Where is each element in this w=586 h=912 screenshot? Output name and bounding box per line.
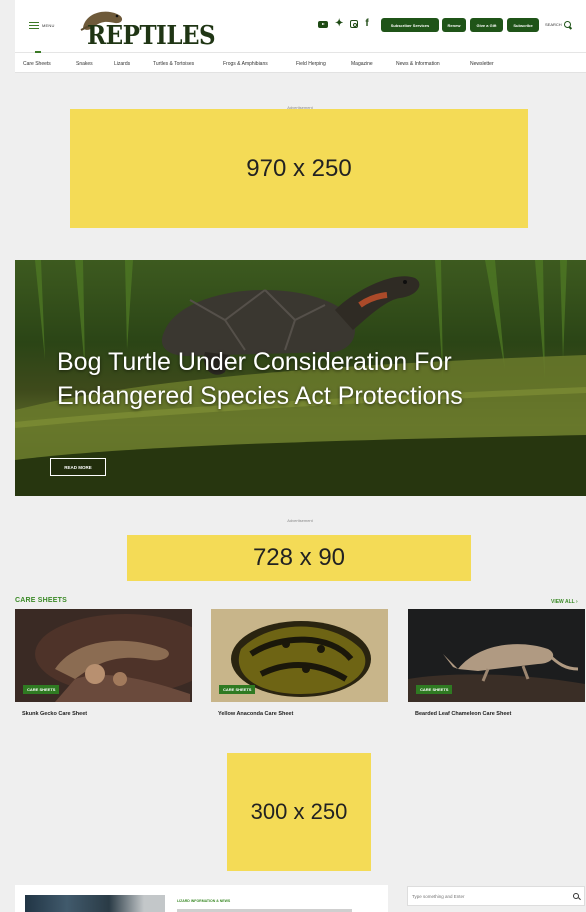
card-image: CARE SHEETS (15, 609, 192, 702)
menu-button[interactable]: MENU (29, 22, 55, 29)
card-image: CARE SHEETS (211, 609, 388, 702)
hamburger-icon (29, 22, 39, 29)
search-icon (563, 21, 571, 28)
search-label: SEARCH (545, 22, 562, 27)
nav-item-frogs-amphibians[interactable]: Frogs & Amphibians (223, 61, 268, 67)
nav-item-lizards[interactable]: Lizards (114, 61, 130, 67)
article-category[interactable]: LIZARD INFORMATION & NEWS (177, 899, 230, 903)
site-header: MENU REPTILES ✦ f Subscriber Services Re… (15, 0, 586, 52)
card-badge: CARE SHEETS (23, 685, 60, 694)
section-title: CARE SHEETS (15, 597, 67, 604)
nav-item-care-sheets[interactable]: Care Sheets (23, 61, 51, 67)
nav-item-newsletter[interactable]: Newsletter (470, 61, 494, 67)
ad-size-label: 728 x 90 (252, 544, 346, 571)
youtube-icon[interactable] (318, 20, 328, 28)
card-image: CARE SHEETS (408, 609, 585, 702)
social-links: ✦ f (318, 19, 369, 29)
card-title[interactable]: Skunk Gecko Care Sheet (22, 711, 192, 717)
article-thumbnail (25, 895, 165, 912)
logo-text: REPTILES (87, 19, 216, 52)
ad-size-label: 300 x 250 (250, 799, 348, 824)
hero-title-line-1: Bog Turtle Under Consideration For (57, 348, 452, 376)
article-card[interactable]: LIZARD INFORMATION & NEWS (15, 885, 388, 912)
care-sheet-card[interactable]: CARE SHEETS Yellow Anaconda Care Sheet (211, 609, 388, 717)
ad-box-side[interactable]: 300 x 250 (227, 753, 371, 871)
care-sheet-card[interactable]: CARE SHEETS Skunk Gecko Care Sheet (15, 609, 192, 717)
nav-item-field-herping[interactable]: Field Herping (296, 61, 326, 67)
advertisement-label: Advertisement (287, 518, 313, 523)
hero-title-line-2: Endangered Species Act Protections (57, 382, 463, 410)
ad-size-label: 970 x 250 (246, 154, 352, 182)
subscribe-button[interactable]: Subscribe (507, 18, 539, 32)
main-nav: Care Sheets Snakes Lizards Turtles & Tor… (15, 51, 586, 73)
ad-banner-mid[interactable]: 728 x 90 (127, 535, 471, 581)
renew-button[interactable]: Renew (442, 18, 466, 32)
search-input[interactable] (412, 891, 562, 902)
give-a-gift-button[interactable]: Give a Gift (470, 18, 503, 32)
read-more-button[interactable]: READ MORE (50, 458, 106, 476)
hero-banner[interactable]: Bog Turtle Under Consideration For Endan… (15, 260, 586, 496)
menu-label: MENU (42, 23, 55, 28)
hero-title[interactable]: Bog Turtle Under Consideration For Endan… (57, 345, 557, 413)
subscriber-services-button[interactable]: Subscriber Services (381, 18, 439, 32)
care-sheet-card[interactable]: CARE SHEETS Bearded Leaf Chameleon Care … (408, 609, 585, 717)
facebook-icon[interactable]: f (365, 19, 368, 29)
view-all-link[interactable]: VIEW ALL › (551, 599, 578, 605)
site-logo[interactable]: REPTILES (73, 6, 216, 51)
nav-item-turtles-tortoises[interactable]: Turtles & Tortoises (153, 61, 194, 67)
nav-item-magazine[interactable]: Magazine (351, 61, 373, 67)
instagram-icon[interactable] (350, 20, 359, 28)
card-badge: CARE SHEETS (219, 685, 256, 694)
card-title[interactable]: Yellow Anaconda Care Sheet (218, 711, 388, 717)
twitter-icon[interactable]: ✦ (335, 19, 343, 29)
sidebar-search (407, 886, 585, 906)
nav-item-snakes[interactable]: Snakes (76, 61, 93, 67)
ad-banner-top[interactable]: 970 x 250 (70, 109, 528, 228)
nav-item-news-information[interactable]: News & Information (396, 61, 440, 67)
search-icon[interactable] (573, 893, 579, 899)
header-search[interactable]: SEARCH (545, 21, 571, 28)
card-badge: CARE SHEETS (416, 685, 453, 694)
card-title[interactable]: Bearded Leaf Chameleon Care Sheet (415, 711, 585, 717)
nav-active-indicator (35, 51, 41, 53)
